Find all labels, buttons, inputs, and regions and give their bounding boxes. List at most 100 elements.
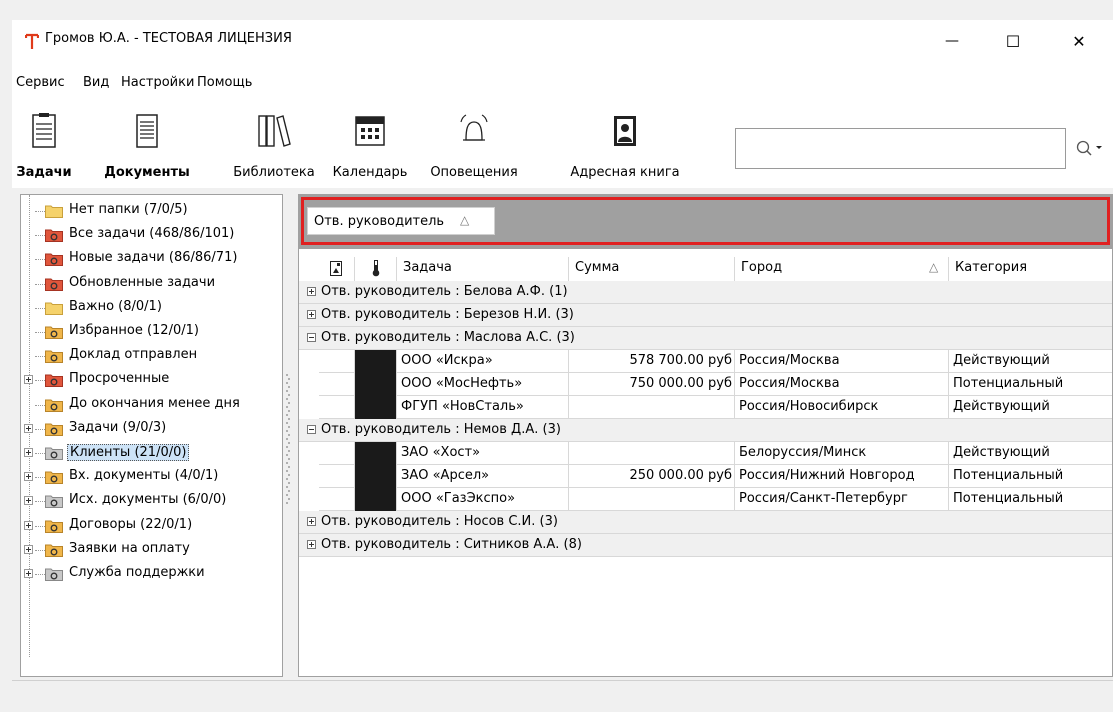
group-row[interactable]: Отв. руководитель : Носов С.И. (3) xyxy=(299,511,1112,534)
toolbar-calendar-button[interactable]: Календарь xyxy=(322,112,418,184)
tree-item[interactable]: Исх. документы (6/0/0) xyxy=(21,489,282,513)
group-row[interactable]: Отв. руководитель : Березов Н.И. (3) xyxy=(299,304,1112,327)
expand-toggle-icon[interactable] xyxy=(24,472,33,482)
cell-sum-text: 578 700.00 руб xyxy=(629,353,732,368)
expand-toggle-icon[interactable] xyxy=(24,496,33,506)
expand-icon[interactable] xyxy=(307,287,316,296)
toolbar-notifications-button[interactable]: Оповещения xyxy=(422,112,526,184)
tree-item[interactable]: Заявки на оплату xyxy=(21,538,282,562)
tree-item[interactable]: До окончания менее дня xyxy=(21,393,282,417)
cell-city-text: Россия/Нижний Новгород xyxy=(739,468,915,483)
cell-task-text: ФГУП «НовСталь» xyxy=(401,399,524,414)
tree-item[interactable]: Обновленные задачи xyxy=(21,272,282,296)
close-icon: ✕ xyxy=(1072,31,1086,51)
group-row-label: Отв. руководитель : Носов С.И. (3) xyxy=(321,514,558,529)
expand-toggle-icon[interactable] xyxy=(24,544,33,554)
tree-item-label: До окончания менее дня xyxy=(69,395,240,411)
expand-icon[interactable] xyxy=(307,517,316,526)
cell-task: ООО «ГазЭкспо» xyxy=(397,488,569,511)
tree-item-label: Служба поддержки xyxy=(69,565,205,580)
cell-cat-text: Потенциальный xyxy=(953,376,1064,391)
tree-item[interactable]: Нет папки (7/0/5) xyxy=(21,199,282,223)
cell-city-text: Россия/Москва xyxy=(739,353,840,368)
cell-cat-text: Действующий xyxy=(953,445,1050,460)
toolbar-tasks-label: Задачи xyxy=(16,165,72,180)
cell-cat-text: Потенциальный xyxy=(953,468,1064,483)
group-row[interactable]: Отв. руководитель : Немов Д.А. (3) xyxy=(299,419,1112,442)
menu-bar: Сервис Вид Настройки Помощь xyxy=(12,62,1113,100)
column-header-priority[interactable] xyxy=(355,257,397,281)
expand-icon[interactable] xyxy=(307,310,316,319)
toolbar-address-book-button[interactable]: Адресная книга xyxy=(530,112,720,184)
cell-task: ЗАО «Арсел» xyxy=(397,465,569,488)
expand-toggle-icon[interactable] xyxy=(24,423,33,433)
table-row[interactable]: ЗАО «Арсел» 250 000.00 руб Россия/Нижний Н… xyxy=(319,465,1112,488)
cell-document xyxy=(319,488,355,511)
group-row[interactable]: Отв. руководитель : Маслова А.С. (3) xyxy=(299,327,1112,350)
expand-toggle-icon[interactable] xyxy=(24,520,33,530)
tree-item[interactable]: Задачи (9/0/3) xyxy=(21,417,282,441)
maximize-button[interactable]: ☐ xyxy=(990,20,1036,62)
tree-item[interactable]: Договоры (22/0/1) xyxy=(21,514,282,538)
folder-orange-icon xyxy=(45,423,63,436)
column-header-sum[interactable]: Сумма xyxy=(569,257,735,281)
close-button[interactable]: ✕ xyxy=(1056,20,1102,62)
group-row[interactable]: Отв. руководитель : Ситников А.А. (8) xyxy=(299,534,1112,557)
tree-item[interactable]: Служба поддержки xyxy=(21,562,282,586)
cell-document xyxy=(319,465,355,488)
toolbar-library-button[interactable]: Библиотека xyxy=(228,112,320,184)
tree-item[interactable]: Новые задачи (86/86/71) xyxy=(21,247,282,271)
toolbar-tasks-button[interactable]: Задачи xyxy=(12,112,76,184)
tree-item[interactable]: Вх. документы (4/0/1) xyxy=(21,465,282,489)
group-row[interactable]: Отв. руководитель : Белова А.Ф. (1) xyxy=(299,281,1112,304)
sort-asc-icon: △ xyxy=(460,213,470,227)
column-header-document[interactable] xyxy=(319,257,355,281)
cell-sum: 578 700.00 руб xyxy=(569,350,735,373)
cell-cat: Потенциальный xyxy=(949,488,1112,511)
cell-city-text: Белоруссия/Минск xyxy=(739,445,867,460)
folder-orange-icon xyxy=(45,520,63,533)
folder-orange-icon xyxy=(45,471,63,485)
tree-item-label: Новые задачи (86/86/71) xyxy=(69,250,238,266)
collapse-icon[interactable] xyxy=(307,333,316,342)
minimize-button[interactable]: — xyxy=(929,20,975,62)
expand-toggle-icon[interactable] xyxy=(24,569,33,578)
cell-task: ООО «Искра» xyxy=(397,350,569,373)
expand-toggle-icon[interactable] xyxy=(24,375,33,385)
cell-task: ООО «МосНефть» xyxy=(397,373,569,396)
tree-item-label: Просроченные xyxy=(69,371,170,387)
tree-item[interactable]: Все задачи (468/86/101) xyxy=(21,223,282,247)
menu-view[interactable]: Вид xyxy=(83,75,109,90)
tree-item-label: Избранное (12/0/1) xyxy=(69,323,199,338)
cell-city: Россия/Москва xyxy=(735,350,949,373)
priority-indicator xyxy=(355,488,397,511)
splitter-handle[interactable] xyxy=(285,370,291,510)
status-bar xyxy=(12,680,1113,712)
sort-asc-icon: △ xyxy=(929,260,939,274)
search-icon[interactable] xyxy=(1074,136,1104,160)
column-header-task[interactable]: Задача xyxy=(397,257,569,281)
toolbar-documents-button[interactable]: Документы xyxy=(82,112,212,184)
table-row[interactable]: ООО «Искра» 578 700.00 руб Россия/Москва Де… xyxy=(319,350,1112,373)
app-logo-icon xyxy=(25,33,39,49)
menu-service[interactable]: Сервис xyxy=(16,75,65,90)
tree-item[interactable]: Просроченные xyxy=(21,368,282,392)
column-header-category[interactable]: Категория xyxy=(949,257,1112,281)
menu-settings[interactable]: Настройки xyxy=(121,75,194,90)
tree-item[interactable]: Клиенты (21/0/0) xyxy=(21,441,282,465)
tree-item[interactable]: Доклад отправлен xyxy=(21,344,282,368)
expand-icon[interactable] xyxy=(307,540,316,549)
expand-toggle-icon[interactable] xyxy=(24,448,33,457)
table-row[interactable]: ФГУП «НовСталь» Россия/Новосибирск Действу… xyxy=(319,396,1112,419)
table-row[interactable]: ООО «МосНефть» 750 000.00 руб Россия/Москв… xyxy=(319,373,1112,396)
search-input[interactable] xyxy=(735,128,1066,169)
table-row[interactable]: ЗАО «Хост» Белоруссия/Минск Действующий xyxy=(319,442,1112,465)
group-by-chip[interactable]: Отв. руководитель △ xyxy=(307,207,495,235)
collapse-icon[interactable] xyxy=(307,425,316,434)
table-row[interactable]: ООО «ГазЭкспо» Россия/Санкт-Петербург Поте… xyxy=(319,488,1112,511)
menu-help[interactable]: Помощь xyxy=(197,75,252,90)
tree-item[interactable]: Важно (8/0/1) xyxy=(21,296,282,320)
group-row-label: Отв. руководитель : Ситников А.А. (8) xyxy=(321,537,582,552)
column-header-city[interactable]: Город △ xyxy=(735,257,949,281)
tree-item[interactable]: Избранное (12/0/1) xyxy=(21,320,282,344)
